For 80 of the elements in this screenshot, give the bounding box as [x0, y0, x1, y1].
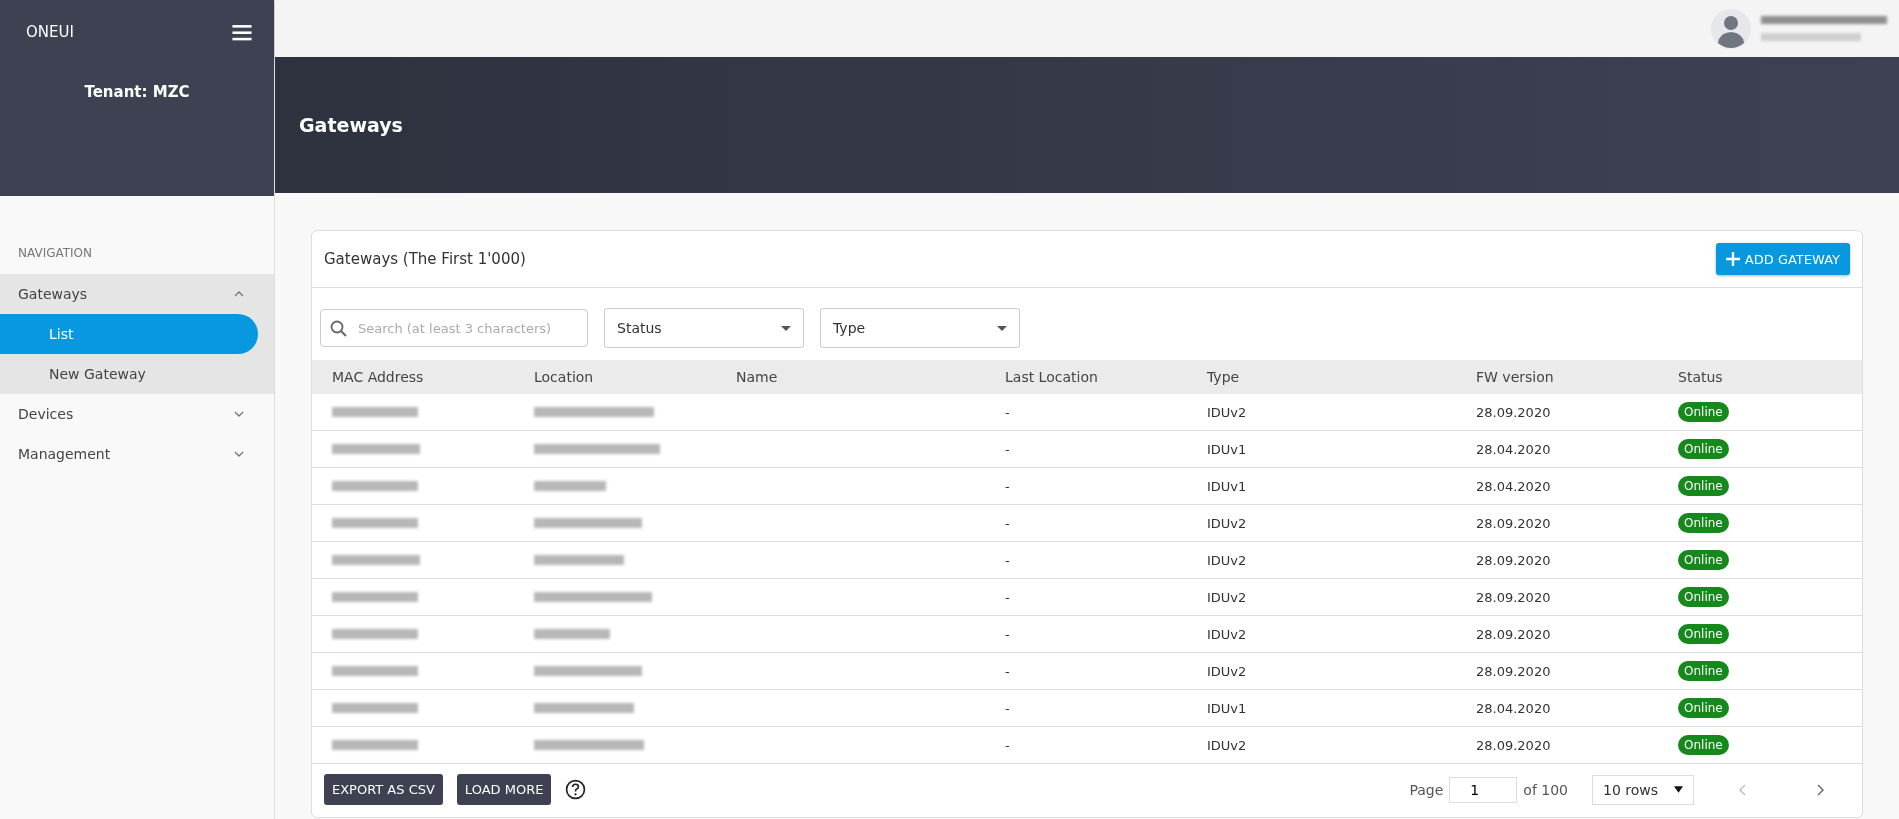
page-title: Gateways: [299, 114, 403, 136]
chevron-left-icon: [1738, 783, 1746, 796]
chevron-down-icon: [234, 410, 244, 418]
table-cell-text: 28.09.2020: [1476, 552, 1552, 568]
help-icon: [565, 779, 587, 800]
nav-item[interactable]: Management: [0, 434, 274, 474]
plus-icon: [1725, 252, 1740, 266]
table-cell-text: -: [1005, 700, 1011, 716]
table-cell-text: IDUv2: [1207, 552, 1248, 568]
caret-icon: [1674, 786, 1683, 793]
status-badge: Online: [1678, 661, 1729, 681]
table-cell-text: 28.09.2020: [1476, 515, 1552, 531]
nav-item[interactable]: Gateways: [0, 274, 274, 314]
status-badge: Online: [1678, 402, 1729, 422]
blurred-text: [534, 481, 606, 491]
chevron-down-icon: [234, 450, 244, 458]
status-badge: Online: [1678, 550, 1729, 570]
table-cell-text: -: [1005, 626, 1011, 642]
table-cell-text: IDUv2: [1207, 589, 1248, 605]
table-cell-text: 28.04.2020: [1476, 700, 1552, 716]
page-number-field[interactable]: 1: [1449, 776, 1518, 803]
search-field[interactable]: Search (at least 3 characters): [320, 309, 588, 347]
rows-per-page-dropdown[interactable]: 10 rows: [1592, 774, 1694, 805]
table-cell-text: -: [1005, 589, 1011, 605]
table-cell-text: -: [1005, 441, 1011, 457]
table-cell-text: -: [1005, 404, 1011, 420]
column-header: MAC Address: [332, 369, 425, 385]
column-header: Type: [1207, 369, 1241, 385]
load-more-button[interactable]: LOAD MORE: [456, 774, 552, 805]
table-cell-text: IDUv1: [1207, 441, 1248, 457]
table-cell-text: 28.09.2020: [1476, 663, 1552, 679]
caret-icon: [997, 325, 1007, 331]
app-logo-text: ONEUI: [26, 23, 74, 41]
table-cell-text: 28.09.2020: [1476, 589, 1552, 605]
table-cell-text: IDUv2: [1207, 663, 1248, 679]
table-cell-text: IDUv2: [1207, 515, 1248, 531]
status-badge: Online: [1678, 735, 1729, 755]
status-badge: Online: [1678, 587, 1729, 607]
chevron-up-icon: [234, 290, 244, 298]
table-cell-text: -: [1005, 515, 1011, 531]
table-cell-text: 28.09.2020: [1476, 626, 1552, 642]
search-icon: [330, 320, 347, 337]
filter-dropdown[interactable]: Status: [604, 308, 804, 348]
table-cell-text: -: [1005, 552, 1011, 568]
table-cell-text: IDUv2: [1207, 626, 1248, 642]
filter-dropdown[interactable]: Type: [820, 308, 1020, 348]
column-header: FW version: [1476, 369, 1555, 385]
avatar-silhouette-icon: [1711, 8, 1751, 49]
section-label: NAVIGATION: [17, 246, 94, 262]
table-cell-text: 28.09.2020: [1476, 404, 1552, 420]
table-cell-text: -: [1005, 478, 1011, 494]
status-badge: Online: [1678, 439, 1729, 459]
caret-icon: [781, 325, 791, 331]
table-cell-text: IDUv2: [1207, 404, 1248, 420]
status-badge: Online: [1678, 698, 1729, 718]
status-badge: Online: [1678, 513, 1729, 533]
status-badge: Online: [1678, 476, 1729, 496]
card-title: Gateways (The First 1'000): [324, 250, 526, 268]
table-cell-text: IDUv1: [1207, 700, 1248, 716]
table-cell-text: 28.09.2020: [1476, 737, 1552, 753]
table-cell-text: IDUv1: [1207, 478, 1248, 494]
help-button[interactable]: [565, 779, 587, 800]
column-header: Name: [736, 369, 779, 385]
table-cell-text: -: [1005, 737, 1011, 753]
chevron-right-icon: [1816, 783, 1824, 796]
menu-icon: [232, 23, 252, 41]
column-header: Location: [534, 369, 595, 385]
table-cell-text: 28.04.2020: [1476, 478, 1552, 494]
status-badge: Online: [1678, 624, 1729, 644]
table-cell-text: -: [1005, 663, 1011, 679]
page-total: of 100: [1523, 781, 1568, 798]
export-button[interactable]: EXPORT AS CSV: [324, 774, 443, 805]
table-cell-text: IDUv2: [1207, 737, 1248, 753]
table-cell-text: 28.04.2020: [1476, 441, 1552, 457]
nav-item[interactable]: Devices: [0, 394, 274, 434]
tenant-label: Tenant: MZC: [83, 83, 191, 101]
column-header: Last Location: [1005, 369, 1099, 385]
page-label: Page: [1409, 781, 1444, 798]
column-header: Status: [1678, 369, 1724, 385]
nav-subitem[interactable]: New Gateway: [0, 354, 258, 394]
